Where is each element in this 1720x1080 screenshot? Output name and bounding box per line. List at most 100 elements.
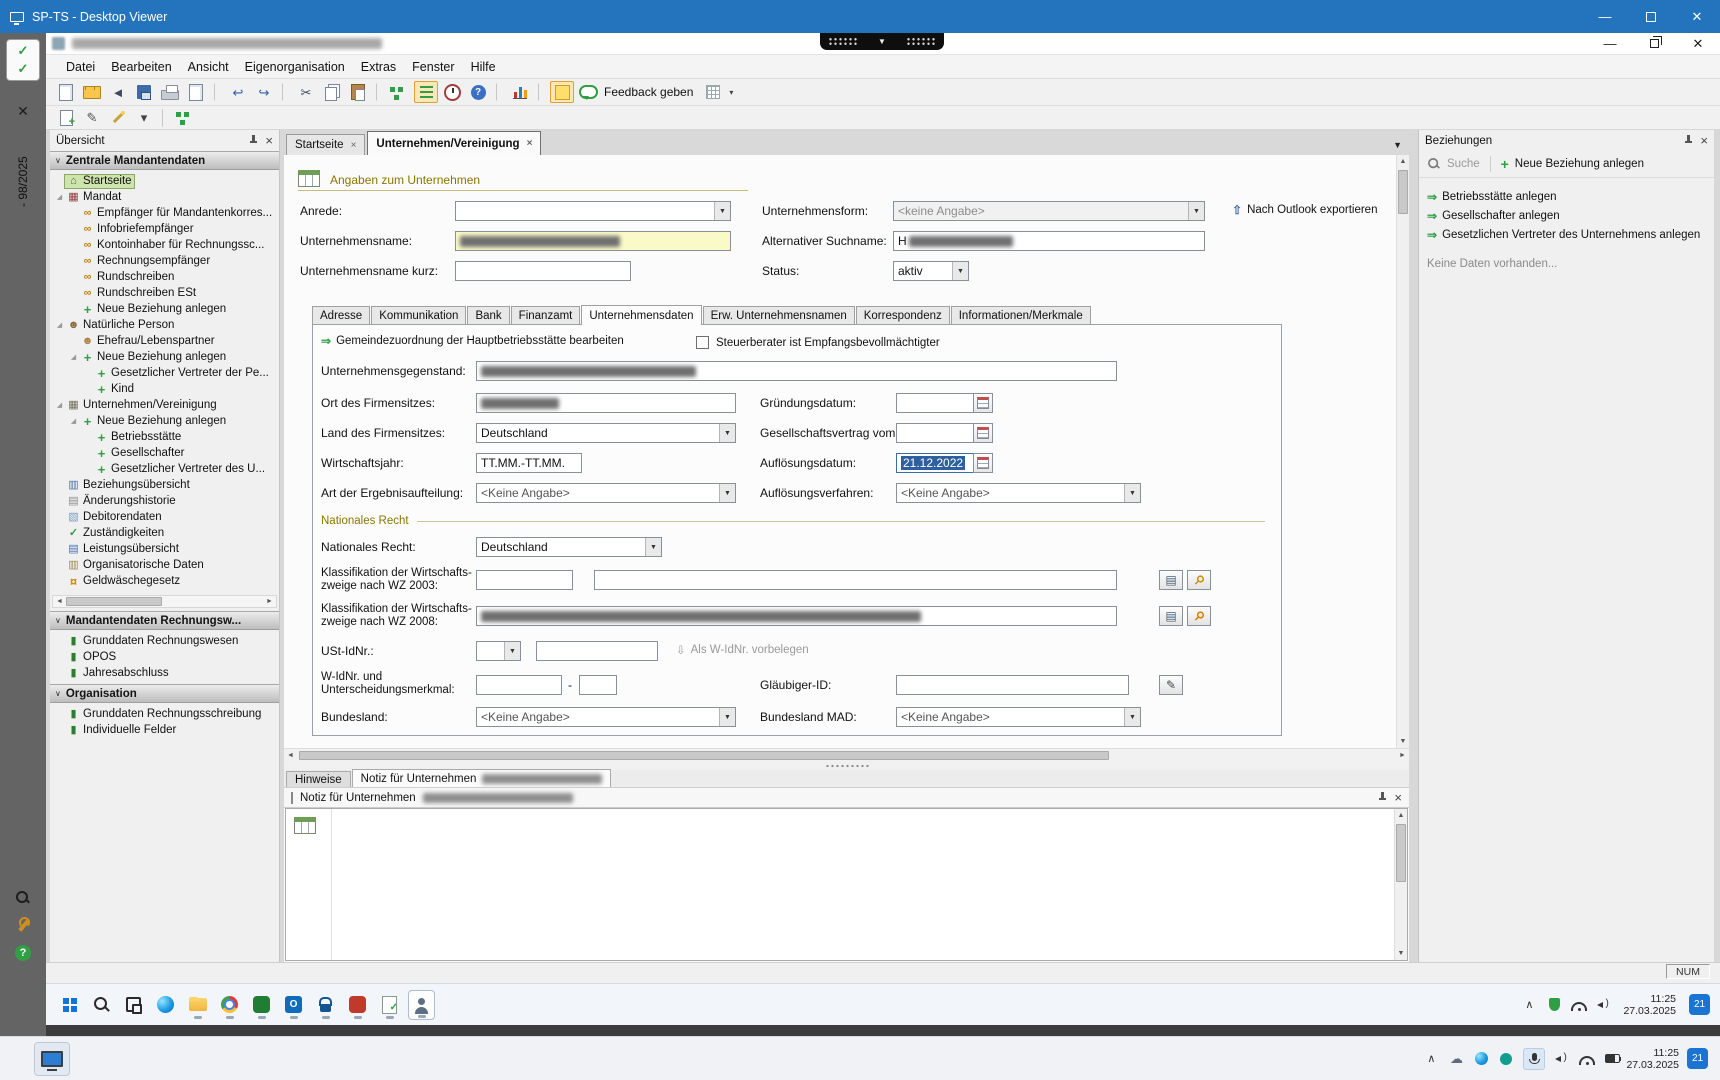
expand-icon[interactable]: ◢ [68,353,79,361]
calendar-icon[interactable] [973,393,993,413]
scrollbar-thumb[interactable] [1398,170,1408,214]
tray-chevron-icon[interactable] [1521,997,1537,1013]
widnr-vorbelegen-link[interactable]: ⇩Als W-IdNr. vorbelegen [676,643,809,657]
tree-item[interactable]: ◢ Empfänger für Mandantenkorres... [52,205,279,221]
scrollbar-thumb[interactable] [299,751,1109,760]
separator[interactable] [538,83,545,101]
separator[interactable] [214,83,221,101]
wz2003-key-button[interactable]: ⚲ [1187,570,1211,590]
save-icon[interactable] [132,81,156,103]
viewer-help-icon[interactable]: ? [15,945,31,961]
tree-item[interactable]: ◢ Kind [52,381,279,397]
tree-item[interactable]: ◢ Mandat [52,189,279,205]
pin-icon[interactable] [1682,135,1693,146]
tree-item[interactable]: Individuelle Felder [52,722,279,738]
close-icon[interactable]: × [1394,791,1402,804]
separator[interactable] [376,83,383,101]
wz2008-list-button[interactable]: ▤ [1159,606,1183,626]
nationales-recht-select[interactable]: Deutschland▼ [476,537,662,557]
detail-tab[interactable]: Erw. Unternehmensnamen [703,306,855,324]
chevron-down-icon[interactable]: ▾ [729,88,733,97]
dropdown-arrow-icon[interactable]: ▼ [1124,708,1140,726]
start-button[interactable] [56,990,83,1020]
organization-tree-icon[interactable] [388,81,412,103]
scroll-right-icon[interactable]: ► [1396,752,1409,759]
pin-icon[interactable] [247,135,258,146]
separator[interactable] [282,83,289,101]
network-icon[interactable] [1571,997,1587,1013]
tree-item[interactable]: ◢ Kontoinhaber für Rechnungssc... [52,237,279,253]
separator[interactable] [496,83,503,101]
detail-tab[interactable]: Korrespondenz [856,306,950,324]
ustid-country-select[interactable]: ▼ [476,641,521,661]
search-icon[interactable] [88,990,115,1020]
tree-item[interactable]: OPOS [52,649,279,665]
feedback-balloon-icon[interactable] [576,81,600,103]
scroll-down-icon[interactable]: ▼ [1397,735,1409,748]
cut-icon[interactable]: ✂ [294,81,318,103]
suche-label[interactable]: Suche [1447,158,1480,170]
back-icon[interactable]: ◄ [106,81,130,103]
drag-handle[interactable] [291,792,293,804]
scroll-left-icon[interactable]: ◄ [53,598,66,605]
undo-icon[interactable]: ↩ [226,81,250,103]
user-app-icon[interactable] [408,990,435,1020]
unternehmensname-input[interactable] [455,231,731,251]
dropdown-arrow-icon[interactable]: ▼ [719,424,735,442]
scroll-right-icon[interactable]: ► [263,598,276,605]
edge-icon[interactable] [152,990,179,1020]
pin-icon[interactable] [1376,792,1387,803]
settings-wrench-icon[interactable] [16,917,30,933]
tree-item[interactable]: ◢ Gesellschafter [52,445,279,461]
outlook-icon[interactable] [280,990,307,1020]
scrollbar-thumb[interactable] [66,597,162,606]
tree-item[interactable]: Grunddaten Rechnungsschreibung [52,706,279,722]
bundesland-mad-select[interactable]: <Keine Angabe>▼ [896,707,1141,727]
steuerberater-checkbox[interactable] [696,336,709,349]
tree-item[interactable]: ◢ Rundschreiben [52,269,279,285]
gegenstand-input[interactable] [476,361,1117,381]
calendar-icon[interactable] [973,453,993,473]
clock[interactable]: 11:2527.03.2025 [1626,1047,1679,1071]
anlegen-link[interactable]: ⇒Gesetzlichen Vertreter des Unternehmens… [1427,228,1706,242]
glaeubiger-edit-button[interactable]: ✎ [1159,675,1183,695]
assistant-icon[interactable] [106,107,130,129]
glaeubiger-input[interactable] [896,675,1129,695]
list-view-icon[interactable] [414,81,438,103]
tree-item[interactable]: ◢ Neue Beziehung anlegen [52,349,279,365]
app-teal-icon[interactable] [1498,1051,1514,1067]
scroll-left-icon[interactable]: ◄ [284,752,297,759]
edge-icon[interactable] [1473,1051,1489,1067]
tree-item[interactable]: ◢ Änderungshistorie [52,493,279,509]
land-select[interactable]: Deutschland▼ [476,423,736,443]
session-close-icon[interactable]: ✕ [0,103,46,120]
tab-close-icon[interactable]: × [351,140,357,151]
clock[interactable]: 11:2527.03.2025 [1623,993,1676,1017]
task-view-icon[interactable] [120,990,147,1020]
expand-icon[interactable]: ◢ [54,193,65,201]
calendar-icon[interactable] [973,423,993,443]
tree-item[interactable]: ◢ Debitorendaten [52,509,279,525]
tree-item[interactable]: ◢ Neue Beziehung anlegen [52,301,279,317]
print-icon[interactable] [158,81,182,103]
help-icon[interactable] [466,81,490,103]
scroll-down-icon[interactable]: ▼ [1395,947,1407,960]
ustid-input[interactable] [536,641,658,661]
notiz-tab[interactable]: Notiz für Unternehmen [352,769,612,787]
security-app-icon[interactable] [312,990,339,1020]
unternehmensname-kurz-input[interactable] [455,261,631,281]
ort-input[interactable] [476,393,736,413]
menu-item[interactable]: Extras [353,58,404,76]
aufloesungsdatum-input[interactable]: 21.12.2022 [896,453,974,473]
dropdown-arrow-icon[interactable]: ▼ [719,708,735,726]
tree-item[interactable]: ◢ Startseite [52,173,279,189]
tree-item[interactable]: ◢ Gesetzlicher Vertreter des U... [52,461,279,477]
alt-suchname-input[interactable]: H [893,231,1205,251]
dropdown-arrow-icon[interactable]: ▼ [952,262,968,280]
close-icon[interactable]: × [265,134,273,147]
note-icon[interactable] [550,81,574,103]
rdp-connection-bar[interactable]: ▼ [820,33,944,50]
unternehmensform-select[interactable]: <keine Angabe>▼ [893,201,1205,221]
menu-item[interactable]: Bearbeiten [103,58,179,76]
dropdown-arrow-icon[interactable]: ▼ [719,484,735,502]
